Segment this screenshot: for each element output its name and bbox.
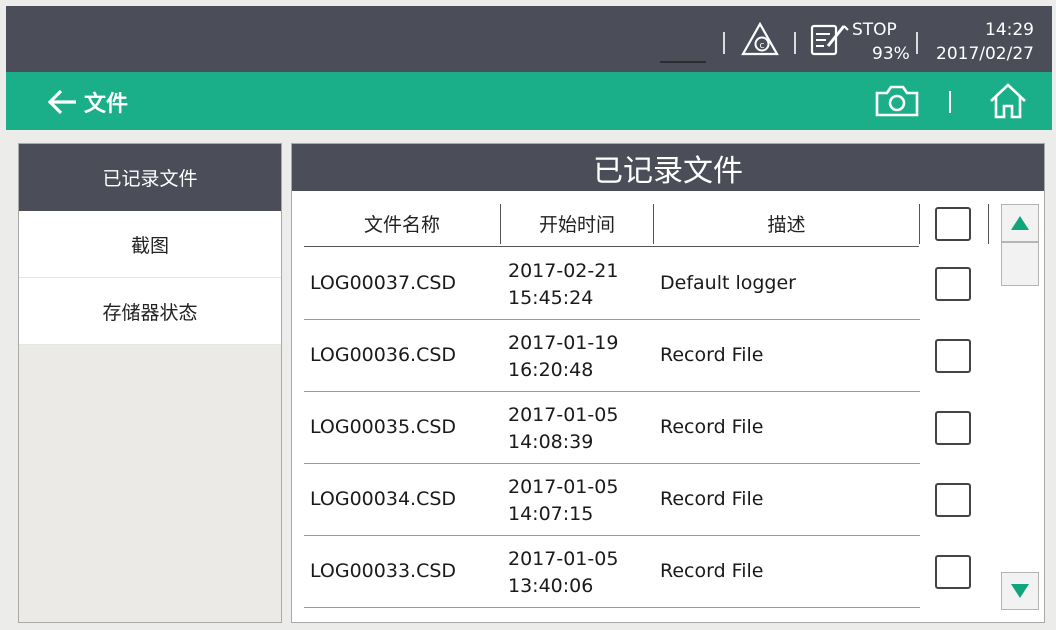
clock-date: 2017/02/27 bbox=[936, 44, 1034, 64]
column-separator bbox=[988, 204, 989, 244]
home-icon[interactable] bbox=[988, 82, 1028, 120]
menu-item-storage-status[interactable]: 存储器状态 bbox=[19, 278, 281, 345]
table-row[interactable]: LOG00037.CSD 2017-02-21 15:45:24 Default … bbox=[304, 248, 920, 320]
column-header-description[interactable]: 描述 bbox=[654, 200, 919, 246]
page-title: 文件 bbox=[84, 92, 129, 117]
row-checkbox[interactable] bbox=[935, 555, 971, 589]
menu-item-screenshots[interactable]: 截图 bbox=[19, 211, 281, 278]
clock-time: 14:29 bbox=[985, 20, 1034, 40]
file-description: Record File bbox=[660, 344, 764, 366]
scrollbar-thumb[interactable] bbox=[1001, 242, 1039, 286]
table-row[interactable]: LOG00035.CSD 2017-01-05 14:08:39 Record F… bbox=[304, 392, 920, 464]
file-name: LOG00035.CSD bbox=[310, 416, 457, 438]
status-underline bbox=[660, 61, 706, 63]
file-name: LOG00033.CSD bbox=[310, 560, 457, 582]
status-separator bbox=[723, 32, 725, 54]
file-description: Record File bbox=[660, 416, 764, 438]
file-name: LOG00037.CSD bbox=[310, 272, 457, 294]
row-checkbox[interactable] bbox=[935, 339, 971, 373]
back-button[interactable]: 文件 bbox=[46, 86, 156, 118]
table-row[interactable]: LOG00036.CSD 2017-01-19 16:20:48 Record F… bbox=[304, 320, 920, 392]
start-time: 2017-02-21 15:45:24 bbox=[508, 260, 619, 309]
arrow-left-icon bbox=[47, 89, 76, 115]
select-all-checkbox[interactable] bbox=[935, 207, 971, 241]
camera-icon[interactable] bbox=[874, 84, 920, 118]
table-row[interactable]: LOG00033.CSD 2017-01-05 13:40:06 Record F… bbox=[304, 536, 920, 608]
triangle-up-icon bbox=[1011, 216, 1029, 230]
row-checkbox[interactable] bbox=[935, 411, 971, 445]
side-menu: 已记录文件 截图 存储器状态 bbox=[18, 143, 282, 623]
column-header-start-time[interactable]: 开始时间 bbox=[501, 200, 653, 246]
start-time: 2017-01-05 14:07:15 bbox=[508, 476, 619, 525]
column-separator bbox=[919, 204, 920, 244]
file-name: LOG00034.CSD bbox=[310, 488, 457, 510]
column-header-filename[interactable]: 文件名称 bbox=[304, 200, 500, 246]
record-edit-icon bbox=[810, 24, 849, 56]
row-divider bbox=[304, 607, 920, 608]
start-time: 2017-01-19 16:20:48 bbox=[508, 332, 619, 381]
scroll-up-button[interactable] bbox=[1001, 204, 1039, 242]
run-state-text: STOP bbox=[852, 20, 897, 40]
file-description: Record File bbox=[660, 488, 764, 510]
file-description: Default logger bbox=[660, 272, 796, 294]
status-separator bbox=[794, 32, 796, 54]
table-row[interactable]: LOG00034.CSD 2017-01-05 14:07:15 Record F… bbox=[304, 464, 920, 536]
file-description: Record File bbox=[660, 560, 764, 582]
row-checkbox[interactable] bbox=[935, 483, 971, 517]
status-separator bbox=[916, 32, 918, 54]
start-time: 2017-01-05 14:08:39 bbox=[508, 404, 619, 453]
file-name: LOG00036.CSD bbox=[310, 344, 457, 366]
menu-item-recorded-files[interactable]: 已记录文件 bbox=[19, 144, 281, 211]
triangle-down-icon bbox=[1011, 584, 1029, 598]
panel-title: 已记录文件 bbox=[292, 144, 1044, 191]
header-underline bbox=[304, 246, 919, 247]
svg-text:c: c bbox=[760, 41, 765, 51]
scroll-down-button[interactable] bbox=[1001, 572, 1039, 610]
battery-level: 93% bbox=[872, 44, 910, 64]
row-checkbox[interactable] bbox=[935, 267, 971, 301]
status-bar: c STOP 93% 14:29 2017/02/27 bbox=[6, 6, 1052, 72]
warning-triangle-icon: c bbox=[741, 22, 779, 56]
start-time: 2017-01-05 13:40:06 bbox=[508, 548, 619, 597]
titlebar-separator bbox=[949, 91, 951, 113]
title-bar: 文件 bbox=[6, 72, 1052, 130]
